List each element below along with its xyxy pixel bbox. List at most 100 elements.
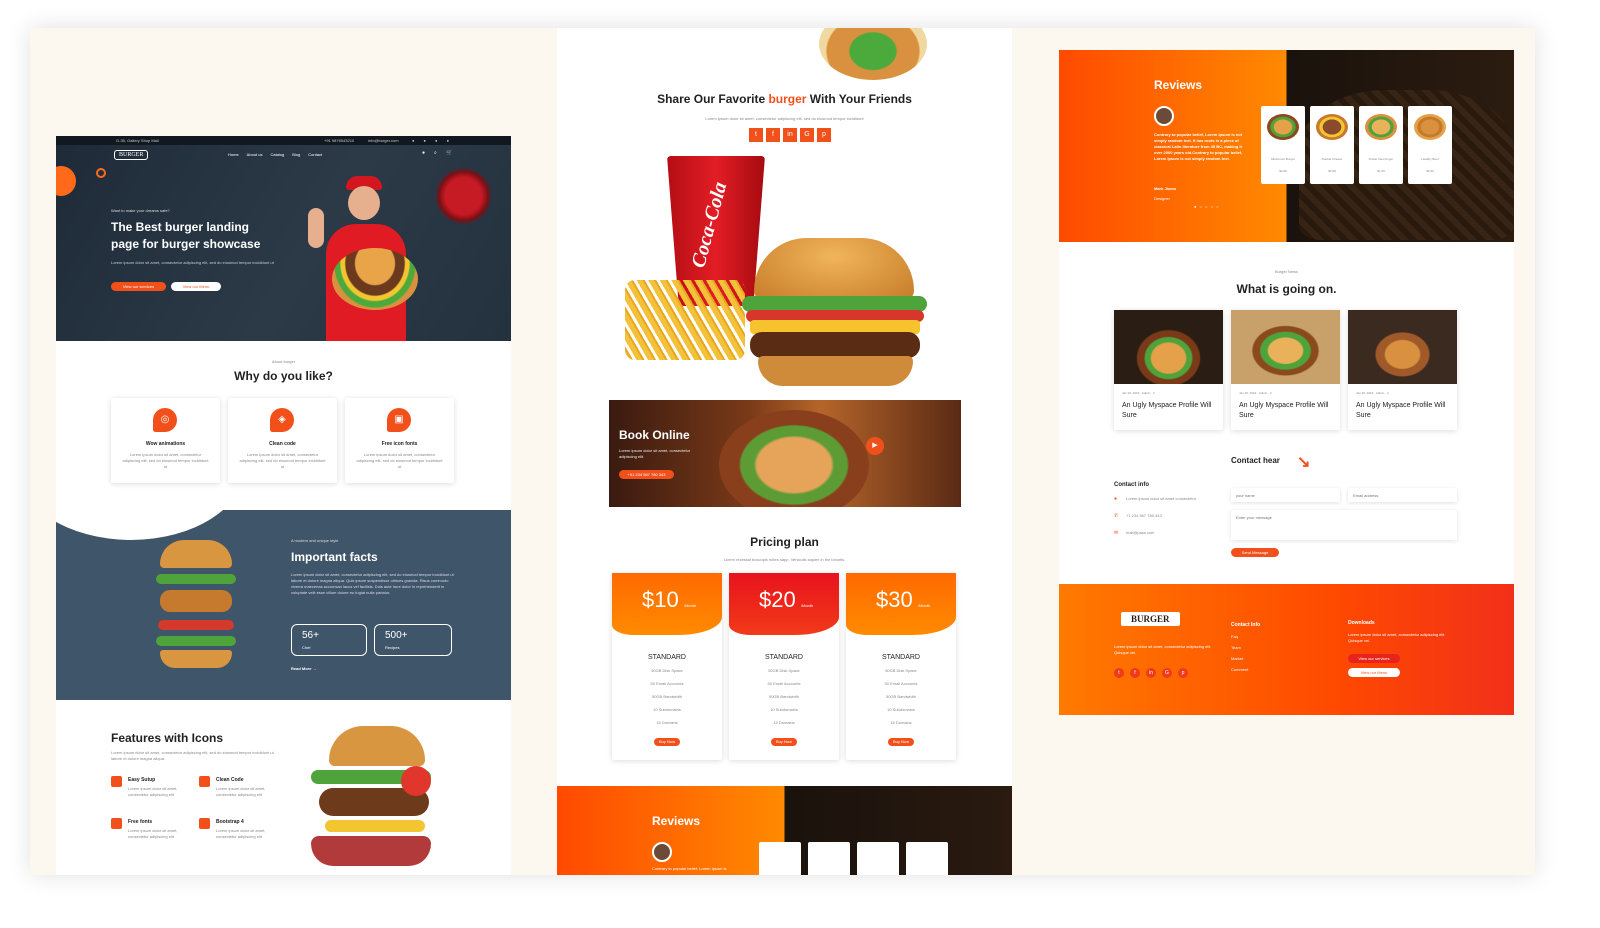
strawberries-image [436,166,491,226]
news-card-title: An Ugly Myspace Profile Will Sure [1239,402,1329,419]
stat-label: Chef [302,645,311,650]
linkedin-icon[interactable]: in [1146,668,1156,678]
contact-phone: +1 234 567 780 343 [1126,513,1162,518]
twitter-icon[interactable]: t [749,128,763,142]
contact-email: mail@pass.com [1126,530,1155,535]
footer-link[interactable]: Faq [1231,634,1238,640]
pinterest-icon[interactable]: p [817,128,831,142]
pricing-card-30: $30 /Month STANDARD 50GB Disk Space 50 E… [846,573,956,760]
search-icon[interactable]: ⌕ [434,150,437,156]
fries-image [625,280,745,360]
footer-services-button[interactable]: View our services [1348,654,1400,663]
footer-link[interactable]: Comment [1231,667,1248,673]
social-icons[interactable]: ● ● ● ● [412,136,453,145]
plan-feature: 10 Subdomains [887,707,915,712]
google-icon[interactable]: G [1162,668,1172,678]
product-card[interactable]: Double Cheese $3.99 [1310,106,1354,184]
facts-white-curve [56,510,246,540]
plan-feature: 50GB Disk Space [885,668,917,673]
email-input[interactable] [1348,488,1457,502]
facts-title: Important facts [291,550,378,564]
news-card-title: An Ugly Myspace Profile Will Sure [1356,402,1446,419]
pinterest-icon[interactable]: p [1178,668,1188,678]
cart-icon[interactable]: 🛒 [446,150,452,156]
news-meta: Jan 20, 2019 · Admin · 2 [1356,391,1389,395]
buy-now-button[interactable]: Buy Now [654,738,680,746]
hero-eyebrow: Want to make your dreams safe? [111,208,170,213]
footer-menu-button[interactable]: View our Menu [1348,668,1400,677]
play-icon[interactable]: ▶ [866,437,884,455]
landing-page-column-2: Share Our Favorite burger With Your Frie… [557,28,1012,875]
font-icon: ▣ [387,408,411,432]
feature-card-title: Clean code [269,441,296,447]
product-name: Potato fries burger [1368,157,1394,161]
product-thumb[interactable] [857,842,899,875]
facebook-icon[interactable]: f [766,128,780,142]
facts-section: A modern and unique style Important fact… [56,510,511,700]
share-heading-highlight: burger [768,92,807,106]
reviews-title: Reviews [1154,78,1203,92]
location-icon: ● [1114,496,1118,502]
send-message-button[interactable]: Send Message [1231,548,1279,557]
share-heading-post: With Your Friends [806,92,912,106]
share-buttons: t f in G p [749,128,831,142]
decor-orange-blob [56,166,76,196]
book-phone-button[interactable]: +91 234 567 780 343 [619,470,674,479]
hero-section: G-35, Gallery Shop Mall +91 9876543210 i… [56,136,511,341]
feature-item-clean-code: Clean Code Lorem ipsum dolor sit amet, c… [199,776,279,812]
share-heading: Share Our Favorite burger With Your Frie… [557,92,1012,106]
price-value: $10 [642,587,679,612]
feature-item-text: Lorem ipsum dolor sit amet, consectetur … [216,828,266,839]
buy-now-button[interactable]: Buy Now [888,738,914,746]
product-thumb[interactable] [906,842,948,875]
nav-catalog[interactable]: Catalog [270,152,284,157]
plan-feature: 15 Domains [773,720,795,725]
news-card-title: An Ugly Myspace Profile Will Sure [1122,402,1212,419]
user-icon[interactable]: ● [422,150,425,156]
news-card[interactable]: Jan 20, 2019 · Admin · 2 An Ugly Myspace… [1114,310,1223,430]
product-card[interactable]: Potato fries burger $1.99 [1359,106,1403,184]
nav-home[interactable]: Home [228,152,239,157]
plan-feature: 50GB Bandwidth [651,694,683,699]
product-thumb[interactable] [808,842,850,875]
nav-contact[interactable]: Contact [308,152,322,157]
nav-about[interactable]: About us [247,152,263,157]
nav-blog[interactable]: Blog [292,152,300,157]
feature-card-icon-fonts: ▣ Free icon fonts Lorem ipsum dolor sit … [345,398,454,483]
read-more-link[interactable]: Read More → [291,666,317,671]
message-textarea[interactable] [1231,510,1457,540]
product-thumb[interactable] [759,842,801,875]
contact-info-title: Contact info [1114,482,1149,488]
footer-logo[interactable]: BURGER [1121,612,1180,626]
google-icon[interactable]: G [800,128,814,142]
decor-orange-ring [96,168,106,178]
view-services-button[interactable]: View our services [111,282,166,291]
plan-feature: 15 Domains [890,720,912,725]
view-menu-button[interactable]: View our Menu [171,282,221,291]
product-card[interactable]: Healthy Beef $3.99 [1408,106,1452,184]
feature-card-title: Wow animations [145,441,186,447]
news-card[interactable]: Jan 20, 2019 · Admin · 2 An Ugly Myspace… [1348,310,1457,430]
facebook-icon[interactable]: f [1130,668,1140,678]
book-burger-image [719,410,869,507]
product-price: $3.99 [1328,169,1336,173]
linkedin-icon[interactable]: in [783,128,797,142]
footer-link[interactable]: Market [1231,656,1243,662]
footer-link[interactable]: Team [1231,645,1241,651]
product-card[interactable]: Mushroom Burger $2.99 [1261,106,1305,184]
carousel-dots[interactable]: ● ○ ○ ○ ○ [1194,204,1220,209]
hero-text: Lorem ipsum dolor sit amet, consectetur … [111,260,274,265]
name-input[interactable] [1231,488,1340,502]
reviewer-avatar [1154,106,1174,126]
facts-text: Lorem ipsum dolor sit amet, consectetur … [291,572,454,595]
buy-now-button[interactable]: Buy Now [771,738,797,746]
twitter-icon[interactable]: t [1114,668,1124,678]
news-image [1348,310,1457,384]
site-logo[interactable]: BURGER [114,150,149,160]
feature-item-easy-setup: Easy Sutup Lorem ipsum dolor sit amet, c… [111,776,191,812]
pricing-text: Lorem recessal buscopis notes sapp. Vehi… [723,557,846,562]
news-eyebrow: Burger News [1274,269,1299,274]
features-title: Features with Icons [111,731,224,745]
news-card[interactable]: Jan 20, 2019 · Admin · 2 An Ugly Myspace… [1231,310,1340,430]
book-title: Book Online [619,428,690,442]
